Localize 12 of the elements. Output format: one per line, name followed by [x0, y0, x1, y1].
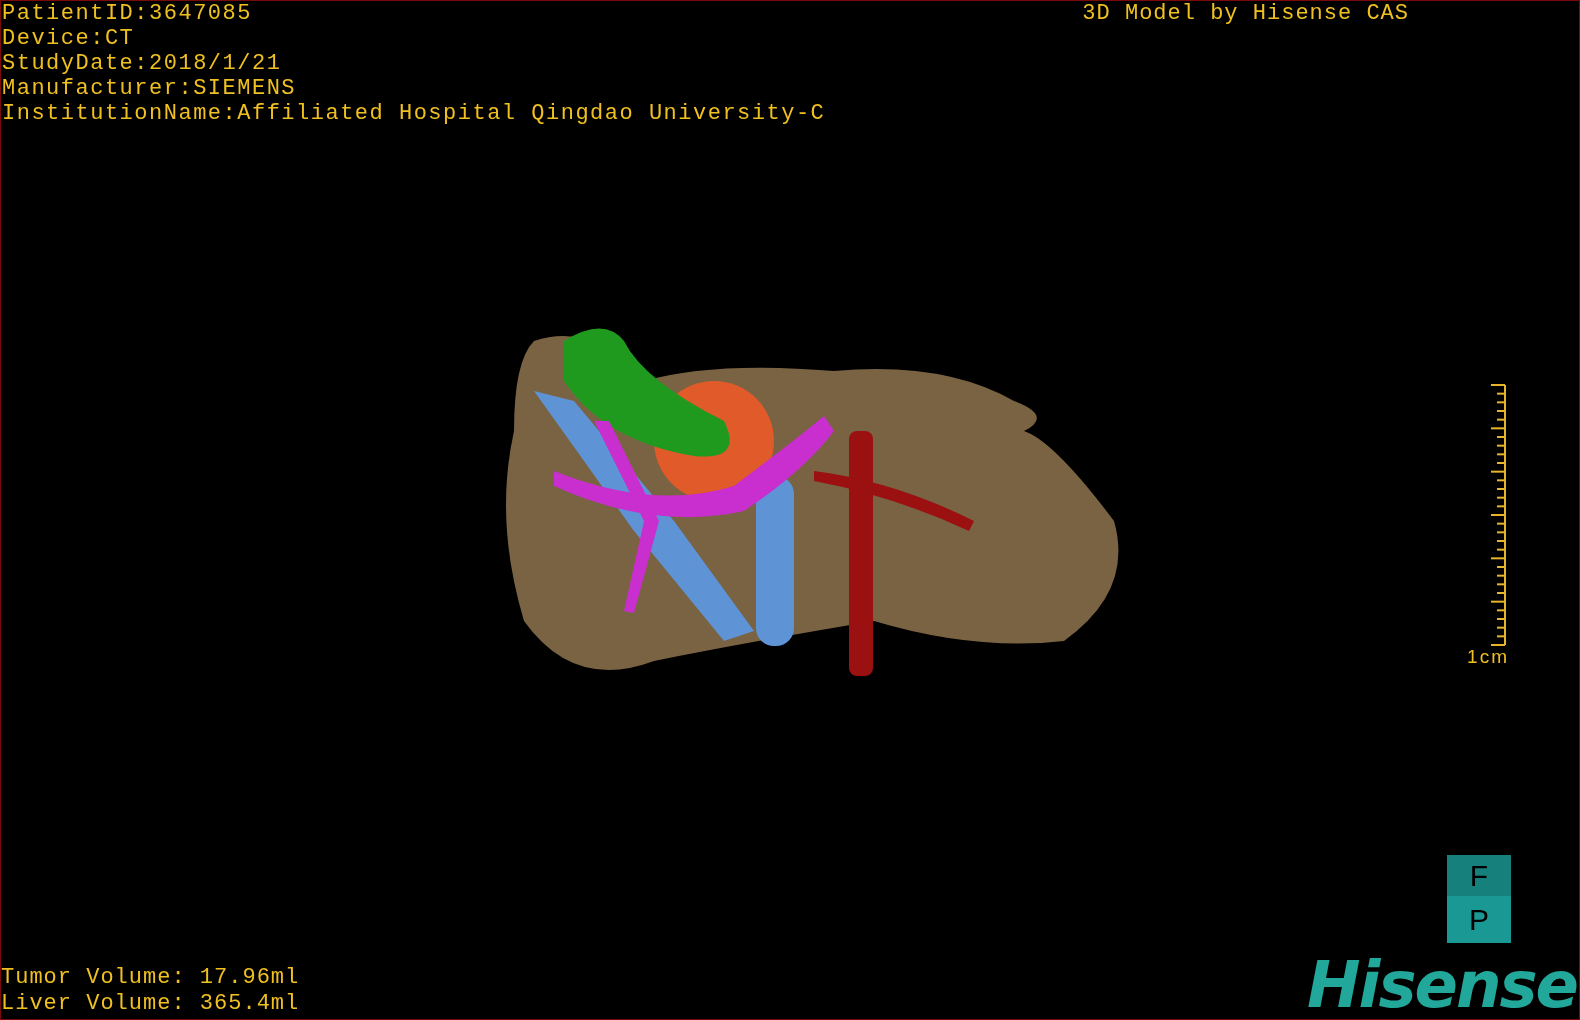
patient-info-line: InstitutionName:Affiliated Hospital Qingdao University-C [2, 101, 826, 126]
volume-reading: Tumor Volume: 17.96ml [1, 965, 300, 991]
scale-label: 1cm [1467, 645, 1509, 668]
orientation-label: F [1447, 855, 1511, 896]
orientation-label: P [1447, 896, 1511, 943]
patient-info-line: StudyDate:2018/1/21 [2, 51, 283, 76]
patient-info-line: Device:CT [2, 26, 136, 51]
brand-logo: Hisense [1306, 955, 1578, 1019]
volume-reading: Liver Volume: 365.4ml [1, 991, 300, 1017]
patient-info-line: Manufacturer:SIEMENS [2, 76, 298, 101]
patient-info-line: PatientID:3647085 [2, 1, 253, 26]
viewer-title: 3D Model by Hisense CAS [1082, 1, 1409, 28]
